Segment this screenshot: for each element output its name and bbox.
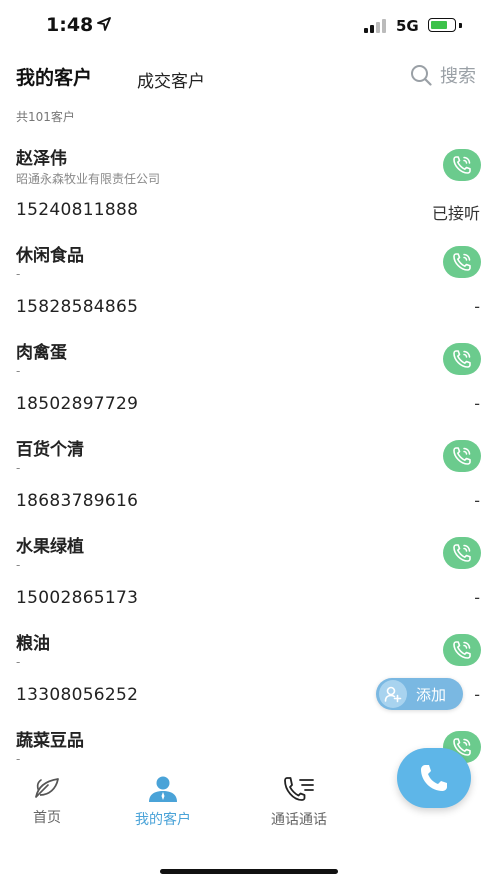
customer-phone: 13308056252 xyxy=(16,685,139,705)
search-button[interactable]: 搜索 xyxy=(410,62,476,88)
call-status: 已接听 xyxy=(431,204,480,223)
customer-phone: 15002865173 xyxy=(16,588,139,608)
user-icon xyxy=(149,776,177,802)
call-status: - xyxy=(474,588,480,607)
call-status: - xyxy=(474,685,480,704)
call-button[interactable] xyxy=(443,149,481,181)
customer-phone: 18683789616 xyxy=(16,491,139,511)
customer-phone: 15240811888 xyxy=(16,200,139,220)
customer-name: 休闲食品 xyxy=(16,246,84,266)
phone-icon xyxy=(421,765,447,791)
phone-ring-icon xyxy=(453,350,471,368)
customer-company: 昭通永森牧业有限责任公司 xyxy=(16,172,161,186)
nav-calls[interactable]: 通话通话 xyxy=(271,775,327,829)
phone-ring-icon xyxy=(453,641,471,659)
customer-row[interactable]: 百货个清 - 18683789616 - xyxy=(0,431,497,528)
customer-company: - xyxy=(16,752,21,766)
call-button[interactable] xyxy=(443,440,481,472)
call-status: - xyxy=(474,394,480,413)
phone-ring-icon xyxy=(453,447,471,465)
customer-name: 肉禽蛋 xyxy=(16,343,67,363)
call-list-icon xyxy=(284,777,314,801)
call-button[interactable] xyxy=(443,246,481,278)
customer-total-count: 共101客户 xyxy=(16,110,75,124)
battery-tip xyxy=(459,23,462,28)
phone-ring-icon xyxy=(453,156,471,174)
customer-company: - xyxy=(16,267,21,281)
nav-calls-label: 通话通话 xyxy=(271,812,327,828)
battery-icon xyxy=(428,18,456,32)
customer-name: 蔬菜豆品 xyxy=(16,731,84,751)
customer-company: - xyxy=(16,461,21,475)
call-status: - xyxy=(474,491,480,510)
search-icon xyxy=(411,65,432,86)
nav-my-customers[interactable]: 我的客户 xyxy=(135,775,191,829)
nav-home[interactable]: 首页 xyxy=(32,775,62,827)
customer-row[interactable]: 休闲食品 - 15828584865 - xyxy=(0,237,497,334)
network-type: 5G xyxy=(396,17,419,35)
nav-home-label: 首页 xyxy=(33,810,61,826)
customer-list: 赵泽伟 昭通永森牧业有限责任公司 15240811888 已接听 休闲食品 - … xyxy=(0,140,497,819)
customer-name: 百货个清 xyxy=(16,440,84,460)
location-arrow-icon xyxy=(97,17,111,31)
customer-phone: 15828584865 xyxy=(16,297,139,317)
add-user-icon xyxy=(379,680,407,708)
status-bar: 1:48 5G xyxy=(0,0,497,52)
customer-name: 粮油 xyxy=(16,634,50,654)
leaf-icon xyxy=(35,778,59,798)
phone-ring-icon xyxy=(453,253,471,271)
home-indicator xyxy=(160,869,338,874)
customer-name: 水果绿植 xyxy=(16,537,84,557)
customer-phone: 18502897729 xyxy=(16,394,139,414)
signal-icon xyxy=(364,19,388,33)
customer-company: - xyxy=(16,655,21,669)
tab-deal-customers[interactable]: 成交客户 xyxy=(137,67,205,92)
add-customer-button[interactable]: 添加 xyxy=(376,678,463,710)
tab-my-customers[interactable]: 我的客户 xyxy=(16,63,92,90)
nav-my-customers-label: 我的客户 xyxy=(135,812,191,828)
call-button[interactable] xyxy=(443,537,481,569)
call-button[interactable] xyxy=(443,343,481,375)
search-label: 搜索 xyxy=(440,66,476,87)
phone-ring-icon xyxy=(453,544,471,562)
customer-company: - xyxy=(16,364,21,378)
customer-row[interactable]: 水果绿植 - 15002865173 - xyxy=(0,528,497,625)
call-status: - xyxy=(474,297,480,316)
dial-button[interactable] xyxy=(397,748,471,808)
status-time: 1:48 xyxy=(46,14,94,36)
customer-name: 赵泽伟 xyxy=(16,149,67,169)
customer-company: - xyxy=(16,558,21,572)
add-label: 添加 xyxy=(416,685,447,704)
customer-row[interactable]: 肉禽蛋 - 18502897729 - xyxy=(0,334,497,431)
call-button[interactable] xyxy=(443,634,481,666)
customer-row[interactable]: 赵泽伟 昭通永森牧业有限责任公司 15240811888 已接听 xyxy=(0,140,497,237)
